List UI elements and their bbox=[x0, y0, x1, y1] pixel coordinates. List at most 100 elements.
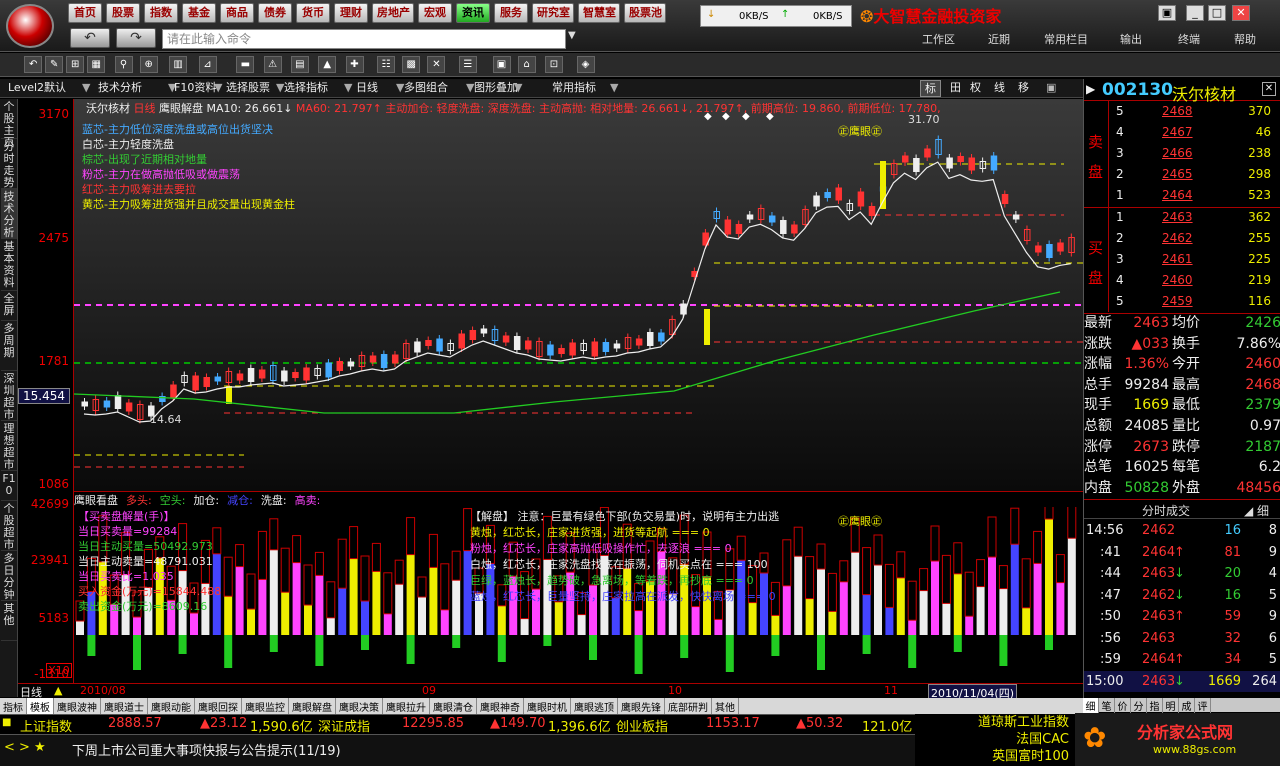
right-tab-6[interactable]: 成 bbox=[1179, 698, 1195, 713]
bid-price[interactable]: 2460 bbox=[1162, 270, 1193, 291]
up-icon[interactable]: ▲ bbox=[318, 56, 337, 73]
menu-5[interactable]: 债券 bbox=[258, 3, 292, 23]
menu-10[interactable]: 资讯 bbox=[456, 3, 490, 23]
edit-icon[interactable]: ✎ bbox=[45, 56, 64, 73]
view-tab-1[interactable]: 田 bbox=[946, 80, 965, 97]
right-tab-0[interactable]: 细 bbox=[1083, 698, 1099, 713]
home-icon[interactable]: ⌂ bbox=[517, 56, 536, 73]
index-name[interactable]: 创业板指 bbox=[616, 716, 668, 735]
view-tab-4[interactable]: 移 bbox=[1014, 80, 1033, 97]
delete-icon[interactable]: ✕ bbox=[427, 56, 446, 73]
system-menu-4[interactable]: 终端 bbox=[1178, 31, 1200, 47]
system-menu-0[interactable]: 工作区 bbox=[922, 31, 955, 47]
diamond-icon[interactable]: ◈ bbox=[576, 56, 595, 73]
trades-toggle-icon[interactable]: ◢ 细 bbox=[1244, 502, 1269, 519]
table-icon[interactable]: ▤ bbox=[290, 56, 309, 73]
view-tab-3[interactable]: 线 bbox=[990, 80, 1009, 97]
indicator-tab-6[interactable]: 鹰眼监控 bbox=[242, 698, 289, 714]
chart-tab-6[interactable]: 多图组合 bbox=[400, 80, 452, 97]
forward-button[interactable]: ↷ bbox=[116, 28, 156, 48]
vtab-0[interactable]: 个股主页 bbox=[1, 99, 17, 149]
cross-icon[interactable]: ⊕ bbox=[139, 56, 158, 73]
warning-icon[interactable]: ⚠ bbox=[263, 56, 282, 73]
ask-price[interactable]: 2464 bbox=[1162, 185, 1193, 206]
bar-icon[interactable]: ▥ bbox=[169, 56, 188, 73]
frame-icon[interactable]: ⊡ bbox=[545, 56, 563, 73]
vtab-2[interactable]: 技术分析 bbox=[1, 189, 17, 239]
chart-tab-5[interactable]: 日线 bbox=[352, 80, 382, 97]
world-index-item[interactable]: 英国富时100 bbox=[915, 748, 1069, 765]
bid-price[interactable]: 2463 bbox=[1162, 207, 1193, 228]
view-tab-2[interactable]: 权 bbox=[966, 80, 985, 97]
chart-tab-4[interactable]: 选择指标 bbox=[280, 80, 332, 97]
menu-13[interactable]: 智慧室 bbox=[578, 3, 620, 23]
menu-4[interactable]: 商品 bbox=[220, 3, 254, 23]
prev-stock-icon[interactable]: ▶ bbox=[1086, 82, 1095, 96]
vtab-6[interactable]: 深圳超市 bbox=[1, 371, 17, 421]
vtab-9[interactable]: 个股超市 bbox=[1, 501, 17, 551]
app-logo-icon[interactable] bbox=[6, 4, 54, 48]
restore-icon[interactable]: ▣ bbox=[1158, 5, 1176, 21]
indicator-tab-2[interactable]: 鹰眼波神 bbox=[54, 698, 101, 714]
menu-1[interactable]: 股票 bbox=[106, 3, 140, 23]
right-tab-7[interactable]: 评 bbox=[1195, 698, 1211, 713]
add-icon[interactable]: ✚ bbox=[345, 56, 364, 73]
view-tab-0[interactable]: 标 bbox=[920, 80, 941, 97]
tab-dropdown-icon[interactable]: ▼ bbox=[606, 80, 622, 97]
tab-dropdown-icon[interactable]: ▼ bbox=[78, 80, 94, 97]
close-panel-icon[interactable]: ✕ bbox=[1262, 82, 1276, 96]
ask-price[interactable]: 2468 bbox=[1162, 101, 1193, 122]
menu-icon[interactable]: ☰ bbox=[458, 56, 477, 73]
vtab-7[interactable]: 理想超市 bbox=[1, 421, 17, 471]
indicator-tab-13[interactable]: 鹰眼逃顶 bbox=[571, 698, 618, 714]
right-tab-3[interactable]: 分 bbox=[1131, 698, 1147, 713]
list-icon[interactable]: ☷ bbox=[377, 56, 395, 73]
menu-12[interactable]: 研究室 bbox=[532, 3, 574, 23]
ticker-arrows-icon[interactable]: < > ★ bbox=[4, 740, 46, 755]
bid-price[interactable]: 2461 bbox=[1162, 249, 1193, 270]
menu-9[interactable]: 宏观 bbox=[418, 3, 452, 23]
system-menu-5[interactable]: 帮助 bbox=[1234, 31, 1256, 47]
panel-toggle-icon[interactable]: ▣ bbox=[1042, 80, 1060, 97]
indicator-tab-15[interactable]: 底部研判 bbox=[665, 698, 712, 714]
vtab-11[interactable]: 其他 bbox=[1, 601, 17, 641]
menu-3[interactable]: 基金 bbox=[182, 3, 216, 23]
bid-price[interactable]: 2459 bbox=[1162, 291, 1193, 312]
minimize-button[interactable]: _ bbox=[1186, 5, 1204, 21]
vtab-4[interactable]: 全屏 bbox=[1, 291, 17, 321]
right-tab-4[interactable]: 指 bbox=[1147, 698, 1163, 713]
tab-dropdown-icon[interactable]: ▼ bbox=[510, 80, 526, 97]
back-button[interactable]: ↶ bbox=[70, 28, 110, 48]
ask-price[interactable]: 2466 bbox=[1162, 143, 1193, 164]
indicator-tab-3[interactable]: 鹰眼道士 bbox=[101, 698, 148, 714]
vtab-3[interactable]: 基本资料 bbox=[1, 239, 17, 291]
undo-icon[interactable]: ↶ bbox=[24, 56, 43, 73]
menu-0[interactable]: 首页 bbox=[68, 3, 102, 23]
indicator-tab-14[interactable]: 鹰眼先锋 bbox=[618, 698, 665, 714]
vtab-1[interactable]: 分时走势 bbox=[1, 139, 17, 189]
indicator-tab-8[interactable]: 鹰眼决策 bbox=[336, 698, 383, 714]
indicator-tab-4[interactable]: 鹰眼动能 bbox=[148, 698, 195, 714]
chart-tab-3[interactable]: 选择股票 bbox=[222, 80, 274, 97]
ask-price[interactable]: 2465 bbox=[1162, 164, 1193, 185]
indicator-tab-9[interactable]: 鹰眼拉升 bbox=[383, 698, 430, 714]
menu-8[interactable]: 房地产 bbox=[372, 3, 414, 23]
right-tab-5[interactable]: 明 bbox=[1163, 698, 1179, 713]
indicator-tab-5[interactable]: 鹰眼回探 bbox=[195, 698, 242, 714]
system-menu-1[interactable]: 近期 bbox=[988, 31, 1010, 47]
system-menu-2[interactable]: 常用栏目 bbox=[1044, 31, 1088, 47]
chart-tab-0[interactable]: Level2默认 bbox=[4, 80, 70, 97]
command-dropdown-icon[interactable]: ▼ bbox=[568, 30, 576, 41]
menu-11[interactable]: 服务 bbox=[494, 3, 528, 23]
indicator-tab-1[interactable]: 模板 bbox=[27, 698, 54, 714]
grid-icon[interactable]: ⊞ bbox=[66, 56, 85, 73]
line-icon[interactable]: ⊿ bbox=[198, 56, 217, 73]
menu-2[interactable]: 指数 bbox=[144, 3, 178, 23]
indicator-tab-12[interactable]: 鹰眼时机 bbox=[524, 698, 571, 714]
index-toggle-icon[interactable]: ■ bbox=[2, 717, 11, 728]
vtab-10[interactable]: 多日分钟 bbox=[1, 551, 17, 601]
menu-14[interactable]: 股票池 bbox=[624, 3, 666, 23]
system-menu-3[interactable]: 输出 bbox=[1120, 31, 1142, 47]
vtab-5[interactable]: 多周期 bbox=[1, 321, 17, 371]
dash-icon[interactable]: ▬ bbox=[236, 56, 255, 73]
